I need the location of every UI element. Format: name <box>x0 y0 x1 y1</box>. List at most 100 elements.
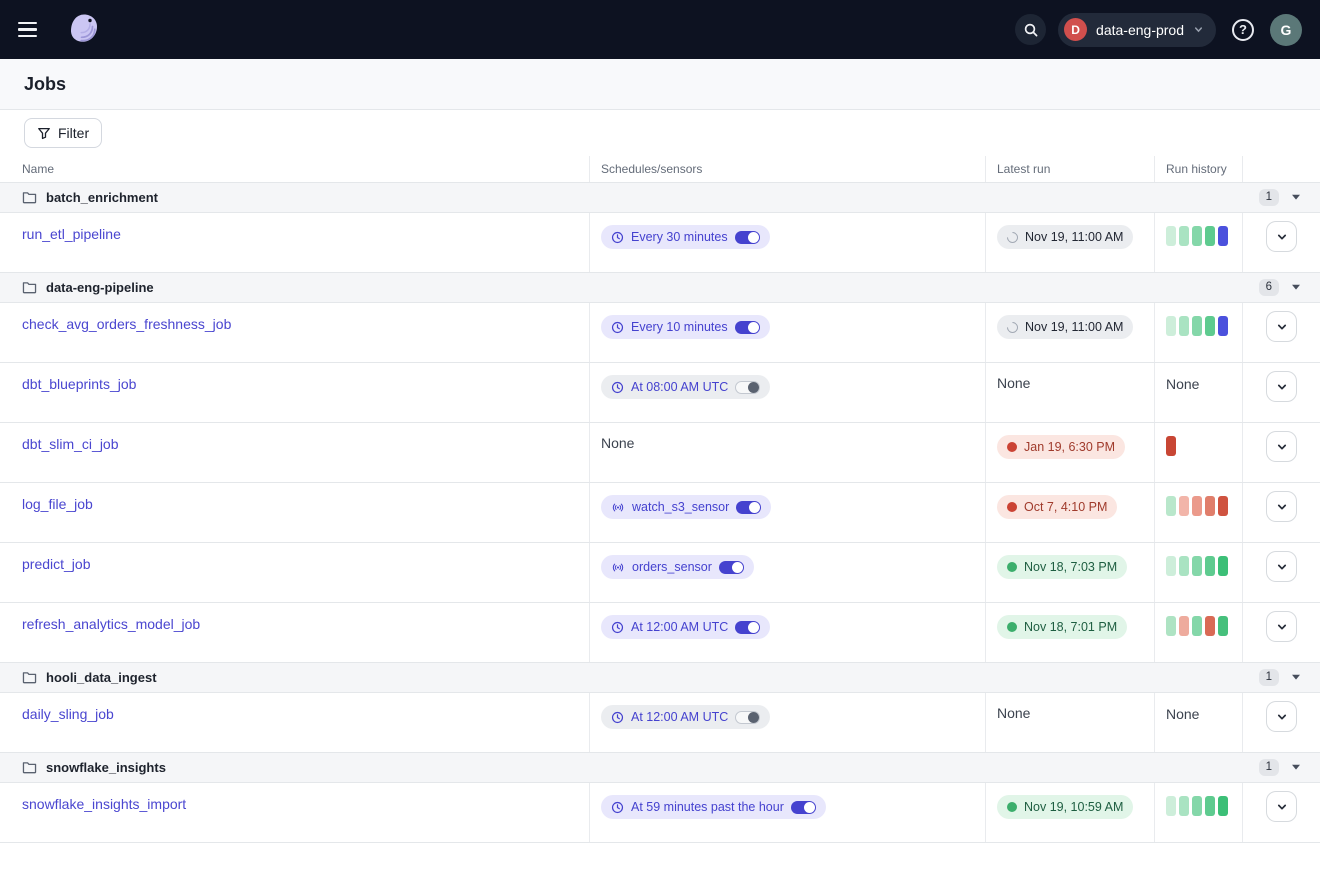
help-icon[interactable]: ? <box>1228 15 1258 45</box>
run-history-bar[interactable] <box>1166 496 1176 516</box>
job-link[interactable]: check_avg_orders_freshness_job <box>22 316 231 332</box>
schedule-toggle[interactable] <box>735 621 760 634</box>
latest-run-chip[interactable]: Nov 19, 11:00 AM <box>997 225 1133 249</box>
run-history-bar[interactable] <box>1218 226 1228 246</box>
sensor-chip[interactable]: watch_s3_sensor <box>601 495 771 519</box>
run-history-bar[interactable] <box>1205 316 1215 336</box>
run-history-bar[interactable] <box>1192 616 1202 636</box>
dagster-logo[interactable] <box>66 11 102 49</box>
chevron-down-icon <box>1276 441 1288 453</box>
job-link[interactable]: snowflake_insights_import <box>22 796 186 812</box>
job-link[interactable]: run_etl_pipeline <box>22 226 121 242</box>
collapse-caret-icon[interactable] <box>1292 674 1300 680</box>
run-history-bar[interactable] <box>1218 316 1228 336</box>
expand-row-button[interactable] <box>1266 551 1297 582</box>
job-link[interactable]: log_file_job <box>22 496 93 512</box>
schedule-chip[interactable]: At 12:00 AM UTC <box>601 615 770 639</box>
run-history-bar[interactable] <box>1218 496 1228 516</box>
latest-run-chip[interactable]: Oct 7, 4:10 PM <box>997 495 1117 519</box>
run-history-bars[interactable] <box>1166 226 1228 246</box>
run-history-bar[interactable] <box>1179 616 1189 636</box>
avatar[interactable]: G <box>1270 14 1302 46</box>
latest-run-chip[interactable]: Nov 18, 7:03 PM <box>997 555 1127 579</box>
schedule-chip[interactable]: Every 10 minutes <box>601 315 770 339</box>
run-history-bar[interactable] <box>1205 616 1215 636</box>
schedule-toggle[interactable] <box>735 321 760 334</box>
expand-row-button[interactable] <box>1266 611 1297 642</box>
run-history-bar[interactable] <box>1166 796 1176 816</box>
run-history-bar[interactable] <box>1218 556 1228 576</box>
run-history-bar[interactable] <box>1205 796 1215 816</box>
schedule-chip[interactable]: At 08:00 AM UTC <box>601 375 770 399</box>
expand-row-button[interactable] <box>1266 791 1297 822</box>
schedule-toggle[interactable] <box>791 801 816 814</box>
run-history-bar[interactable] <box>1192 226 1202 246</box>
schedule-toggle[interactable] <box>719 561 744 574</box>
job-link[interactable]: dbt_blueprints_job <box>22 376 136 392</box>
run-history-bar[interactable] <box>1205 556 1215 576</box>
run-history-bars[interactable] <box>1166 436 1176 456</box>
clock-icon <box>611 231 624 244</box>
job-link[interactable]: predict_job <box>22 556 91 572</box>
schedule-toggle[interactable] <box>735 231 760 244</box>
clock-icon <box>611 621 624 634</box>
menu-icon[interactable] <box>18 13 52 47</box>
schedule-chip[interactable]: Every 30 minutes <box>601 225 770 249</box>
schedule-toggle[interactable] <box>735 381 760 394</box>
group-row-snowflake-insights[interactable]: snowflake_insights1 <box>0 753 1320 783</box>
schedule-chip[interactable]: At 59 minutes past the hour <box>601 795 826 819</box>
group-row-data-eng-pipeline[interactable]: data-eng-pipeline6 <box>0 273 1320 303</box>
expand-row-button[interactable] <box>1266 431 1297 462</box>
collapse-caret-icon[interactable] <box>1292 284 1300 290</box>
run-history-bar[interactable] <box>1205 226 1215 246</box>
group-row-hooli-data-ingest[interactable]: hooli_data_ingest1 <box>0 663 1320 693</box>
run-history-bar[interactable] <box>1218 616 1228 636</box>
schedule-chip[interactable]: At 12:00 AM UTC <box>601 705 770 729</box>
run-history-bars[interactable] <box>1166 316 1228 336</box>
filter-button[interactable]: Filter <box>24 118 102 148</box>
run-history-bar[interactable] <box>1192 316 1202 336</box>
run-history-bars[interactable] <box>1166 556 1228 576</box>
latest-run-chip[interactable]: Nov 19, 11:00 AM <box>997 315 1133 339</box>
run-history-bars[interactable] <box>1166 796 1228 816</box>
run-history-bar[interactable] <box>1192 496 1202 516</box>
expand-row-button[interactable] <box>1266 221 1297 252</box>
run-history-bar[interactable] <box>1179 556 1189 576</box>
expand-row-button[interactable] <box>1266 701 1297 732</box>
expand-row-button[interactable] <box>1266 311 1297 342</box>
sensor-chip[interactable]: orders_sensor <box>601 555 754 579</box>
run-history-bar[interactable] <box>1218 796 1228 816</box>
job-link[interactable]: daily_sling_job <box>22 706 114 722</box>
collapse-caret-icon[interactable] <box>1292 764 1300 770</box>
schedule-toggle[interactable] <box>736 501 761 514</box>
run-history-bar[interactable] <box>1179 796 1189 816</box>
job-row-dbt-blueprints-job: dbt_blueprints_jobAt 08:00 AM UTCNoneNon… <box>0 363 1320 423</box>
run-history-bar[interactable] <box>1192 796 1202 816</box>
run-history-bars[interactable] <box>1166 616 1228 636</box>
search-icon[interactable] <box>1015 14 1046 45</box>
run-history-bar[interactable] <box>1166 436 1176 456</box>
run-history-bar[interactable] <box>1166 616 1176 636</box>
latest-run-chip[interactable]: Nov 19, 10:59 AM <box>997 795 1133 819</box>
job-link[interactable]: dbt_slim_ci_job <box>22 436 119 452</box>
deployment-initial-badge: D <box>1064 18 1087 41</box>
run-history-bar[interactable] <box>1179 496 1189 516</box>
run-history-bar[interactable] <box>1166 226 1176 246</box>
latest-run-chip[interactable]: Nov 18, 7:01 PM <box>997 615 1127 639</box>
run-history-bar[interactable] <box>1192 556 1202 576</box>
schedule-toggle[interactable] <box>735 711 760 724</box>
collapse-caret-icon[interactable] <box>1292 194 1300 200</box>
latest-run-chip[interactable]: Jan 19, 6:30 PM <box>997 435 1125 459</box>
run-history-bar[interactable] <box>1166 316 1176 336</box>
run-history-bars[interactable] <box>1166 496 1228 516</box>
run-history-bar[interactable] <box>1205 496 1215 516</box>
job-link[interactable]: refresh_analytics_model_job <box>22 616 200 632</box>
expand-row-button[interactable] <box>1266 371 1297 402</box>
run-history-bar[interactable] <box>1179 226 1189 246</box>
deployment-name: data-eng-prod <box>1096 22 1184 38</box>
group-row-batch-enrichment[interactable]: batch_enrichment1 <box>0 183 1320 213</box>
run-history-bar[interactable] <box>1179 316 1189 336</box>
expand-row-button[interactable] <box>1266 491 1297 522</box>
run-history-bar[interactable] <box>1166 556 1176 576</box>
deployment-switcher[interactable]: D data-eng-prod <box>1058 13 1216 47</box>
